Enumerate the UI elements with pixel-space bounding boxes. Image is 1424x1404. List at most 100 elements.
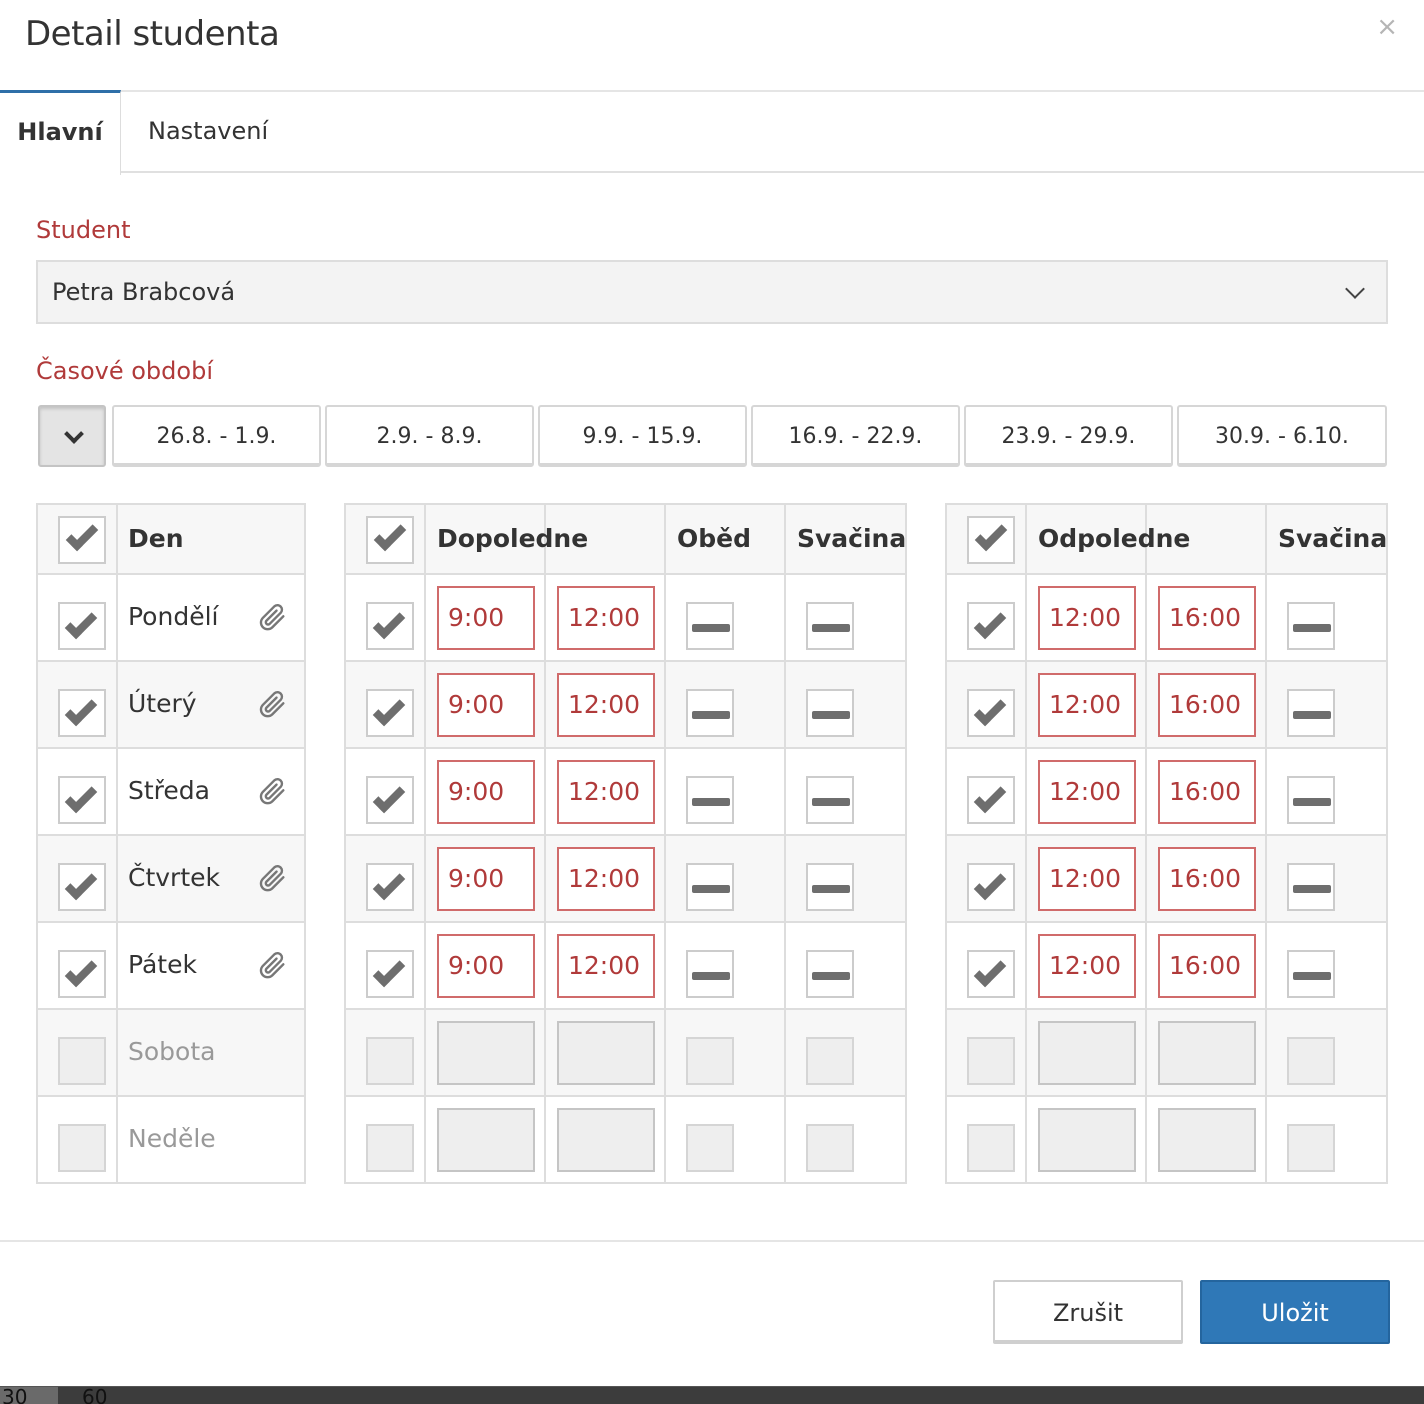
lunch-checkbox[interactable] (686, 1037, 734, 1085)
lunch-checkbox[interactable] (686, 863, 734, 911)
afternoon-from-input[interactable]: 12:00 (1038, 847, 1136, 911)
day-checkbox[interactable] (58, 1124, 106, 1172)
lunch-checkbox[interactable] (686, 950, 734, 998)
morning-checkbox[interactable] (366, 950, 414, 998)
checkmark-icon (973, 867, 1007, 901)
afternoon-snack-checkbox[interactable] (1287, 776, 1335, 824)
day-checkbox[interactable] (58, 776, 106, 824)
afternoon-to-input[interactable]: 16:00 (1158, 934, 1256, 998)
background-strip: 30 60 (0, 1386, 1424, 1404)
tab-main[interactable]: Hlavní (0, 90, 121, 175)
select-all-morning-checkbox[interactable] (366, 516, 414, 564)
day-checkbox[interactable] (58, 689, 106, 737)
lunch-checkbox[interactable] (686, 689, 734, 737)
morning-snack-checkbox[interactable] (806, 863, 854, 911)
day-name: Pondělí (128, 602, 219, 631)
morning-to-input[interactable]: 12:00 (557, 847, 655, 911)
footer-divider (0, 1240, 1424, 1242)
afternoon-snack-checkbox[interactable] (1287, 950, 1335, 998)
select-all-days-checkbox[interactable] (58, 516, 106, 564)
afternoon-from-input[interactable]: 12:00 (1038, 934, 1136, 998)
morning-snack-checkbox[interactable] (806, 776, 854, 824)
afternoon-to-input[interactable]: 16:00 (1158, 586, 1256, 650)
checkmark-icon (372, 606, 406, 640)
afternoon-from-input[interactable]: 12:00 (1038, 673, 1136, 737)
morning-snack-checkbox[interactable] (806, 1037, 854, 1085)
week-button[interactable]: 9.9. - 15.9. (538, 405, 747, 467)
close-icon[interactable]: × (1376, 12, 1398, 42)
morning-to-input[interactable]: 12:00 (557, 586, 655, 650)
select-all-afternoon-checkbox[interactable] (967, 516, 1015, 564)
afternoon-snack-checkbox[interactable] (1287, 689, 1335, 737)
afternoon-checkbox[interactable] (967, 1037, 1015, 1085)
afternoon-checkbox[interactable] (967, 950, 1015, 998)
day-checkbox[interactable] (58, 602, 106, 650)
minus-icon (692, 711, 730, 719)
morning-from-input[interactable]: 9:00 (437, 760, 535, 824)
day-checkbox[interactable] (58, 950, 106, 998)
paperclip-icon[interactable] (256, 688, 286, 718)
afternoon-checkbox[interactable] (967, 1124, 1015, 1172)
afternoon-from-input[interactable]: 12:00 (1038, 586, 1136, 650)
week-button[interactable]: 26.8. - 1.9. (112, 405, 321, 467)
morning-checkbox[interactable] (366, 1037, 414, 1085)
afternoon-snack-checkbox[interactable] (1287, 1124, 1335, 1172)
save-button[interactable]: Uložit (1200, 1280, 1390, 1344)
afternoon-snack-checkbox[interactable] (1287, 1037, 1335, 1085)
paperclip-icon[interactable] (256, 949, 286, 979)
tab-settings[interactable]: Nastavení (148, 90, 268, 173)
student-detail-dialog: Detail studenta × Hlavní Nastavení Stude… (0, 0, 1424, 1386)
paperclip-icon[interactable] (256, 775, 286, 805)
day-checkbox[interactable] (58, 863, 106, 911)
days-table: Den Pondělí Úterý Středa Čtvrtek Pátek Sobota N… (36, 503, 306, 1184)
morning-checkbox[interactable] (366, 863, 414, 911)
lunch-checkbox[interactable] (686, 776, 734, 824)
lunch-checkbox[interactable] (686, 1124, 734, 1172)
morning-to-input[interactable]: 12:00 (557, 673, 655, 737)
morning-from-input (437, 1021, 535, 1085)
student-select[interactable]: Petra Brabcová (36, 260, 1388, 324)
afternoon-to-input[interactable]: 16:00 (1158, 847, 1256, 911)
column-header-afternoon: Odpoledne (1038, 524, 1191, 553)
morning-checkbox[interactable] (366, 1124, 414, 1172)
paperclip-icon[interactable] (256, 862, 286, 892)
paperclip-icon[interactable] (256, 601, 286, 631)
background-number: 30 (2, 1386, 28, 1404)
afternoon-from-input (1038, 1108, 1136, 1172)
minus-icon (692, 972, 730, 980)
afternoon-checkbox[interactable] (967, 776, 1015, 824)
table-header-row: Dopoledne Oběd Svačina (346, 505, 907, 575)
checkmark-icon (973, 693, 1007, 727)
week-dropdown-button[interactable] (38, 405, 106, 467)
day-name: Pátek (128, 950, 197, 979)
morning-checkbox[interactable] (366, 689, 414, 737)
morning-checkbox[interactable] (366, 602, 414, 650)
morning-snack-checkbox[interactable] (806, 1124, 854, 1172)
morning-to-input[interactable]: 12:00 (557, 760, 655, 824)
week-button[interactable]: 2.9. - 8.9. (325, 405, 534, 467)
afternoon-checkbox[interactable] (967, 689, 1015, 737)
morning-checkbox[interactable] (366, 776, 414, 824)
morning-snack-checkbox[interactable] (806, 950, 854, 998)
cancel-button[interactable]: Zrušit (993, 1280, 1183, 1344)
afternoon-from-input[interactable]: 12:00 (1038, 760, 1136, 824)
afternoon-to-input[interactable]: 16:00 (1158, 760, 1256, 824)
afternoon-checkbox[interactable] (967, 863, 1015, 911)
morning-from-input[interactable]: 9:00 (437, 586, 535, 650)
morning-snack-checkbox[interactable] (806, 689, 854, 737)
morning-from-input[interactable]: 9:00 (437, 673, 535, 737)
week-button[interactable]: 30.9. - 6.10. (1177, 405, 1387, 467)
afternoon-checkbox[interactable] (967, 602, 1015, 650)
afternoon-snack-checkbox[interactable] (1287, 863, 1335, 911)
morning-from-input[interactable]: 9:00 (437, 934, 535, 998)
afternoon-to-input[interactable]: 16:00 (1158, 673, 1256, 737)
week-button[interactable]: 16.9. - 22.9. (751, 405, 960, 467)
morning-snack-checkbox[interactable] (806, 602, 854, 650)
afternoon-snack-checkbox[interactable] (1287, 602, 1335, 650)
morning-to-input[interactable]: 12:00 (557, 934, 655, 998)
column-header-morning: Dopoledne (437, 524, 589, 553)
week-button[interactable]: 23.9. - 29.9. (964, 405, 1173, 467)
lunch-checkbox[interactable] (686, 602, 734, 650)
day-checkbox[interactable] (58, 1037, 106, 1085)
morning-from-input[interactable]: 9:00 (437, 847, 535, 911)
